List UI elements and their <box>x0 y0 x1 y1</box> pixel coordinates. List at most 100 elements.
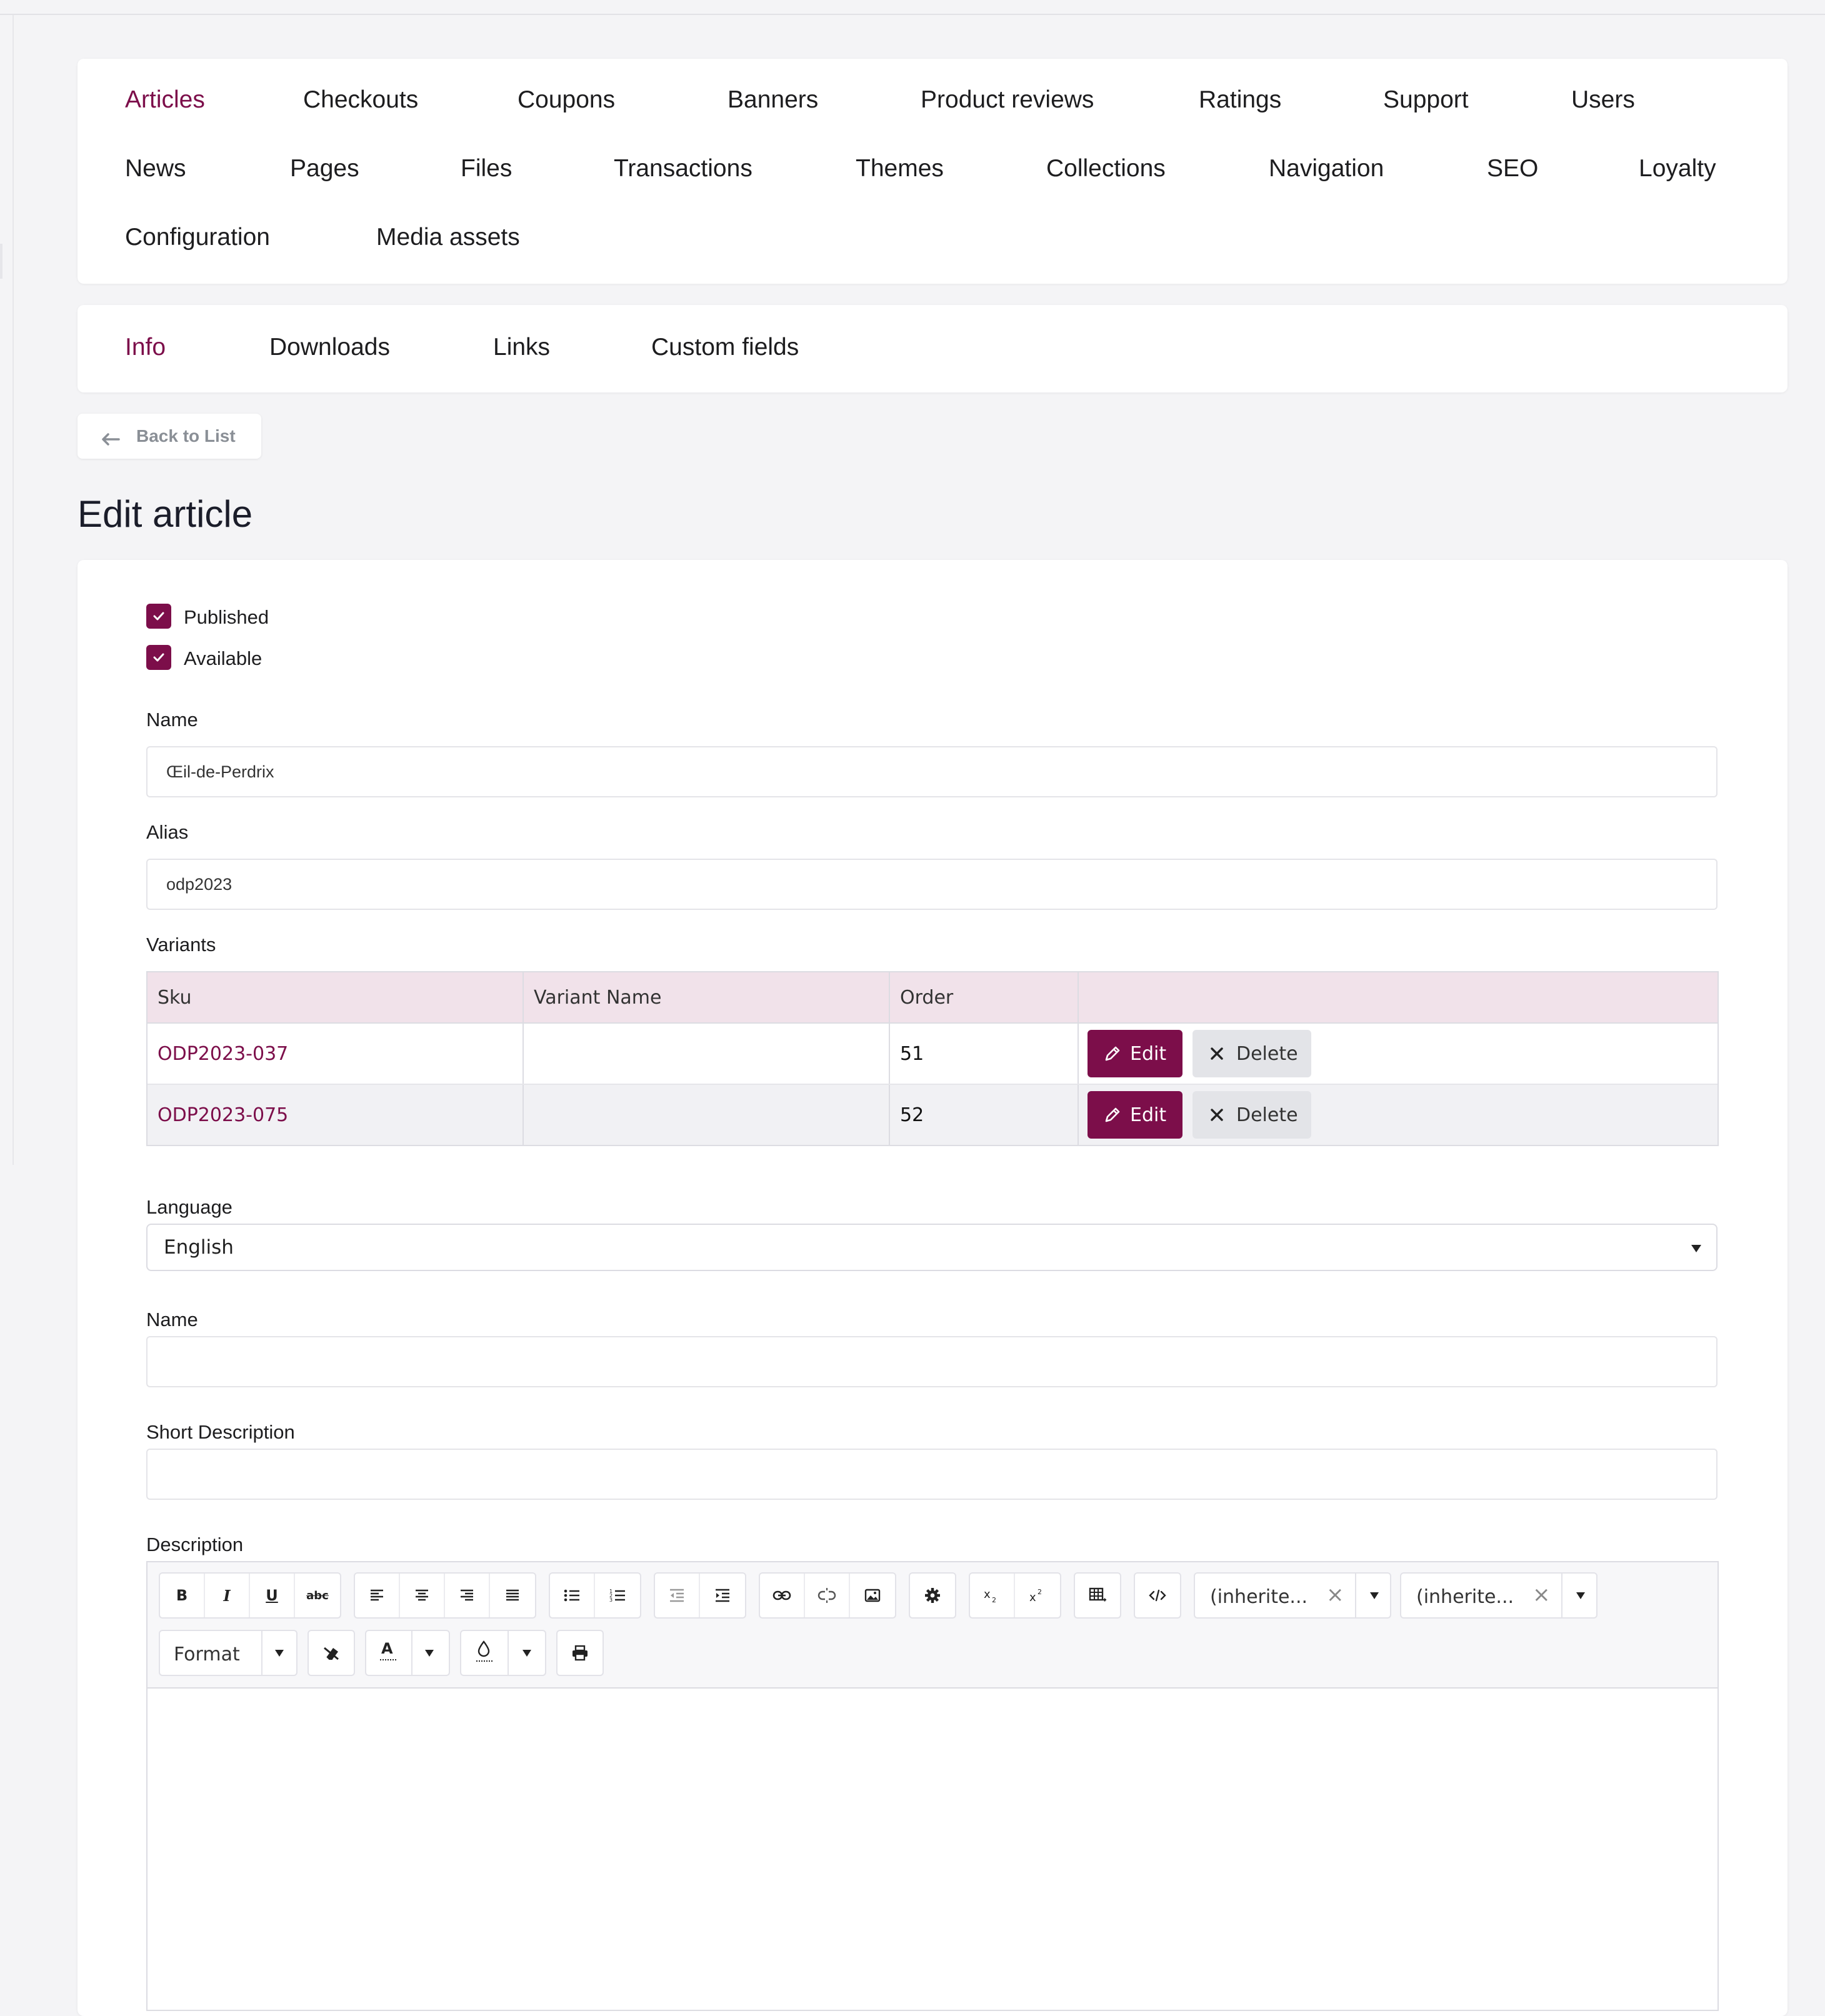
outdent-button[interactable] <box>655 1574 700 1617</box>
align-right-button[interactable] <box>445 1574 490 1617</box>
back-to-list-button[interactable]: Back to List <box>78 414 261 459</box>
italic-button[interactable]: I <box>205 1574 250 1617</box>
unlink-button[interactable] <box>805 1574 850 1617</box>
image-button[interactable] <box>850 1574 895 1617</box>
tab-downloads[interactable]: Downloads <box>269 334 390 361</box>
description-label: Description <box>146 1534 244 1555</box>
main-nav: Articles Checkouts Coupons Banners Produ… <box>78 59 1788 284</box>
nav-product-reviews[interactable]: Product reviews <box>921 86 1094 114</box>
chevron-down-icon[interactable] <box>522 1650 531 1657</box>
nav-support[interactable]: Support <box>1383 86 1469 114</box>
indent-group <box>654 1572 746 1619</box>
align-left-button[interactable] <box>355 1574 400 1617</box>
nav-coupons[interactable]: Coupons <box>518 86 615 114</box>
align-justify-button[interactable] <box>490 1574 535 1617</box>
format-select[interactable]: Format <box>159 1630 298 1676</box>
insert-table-button[interactable] <box>1075 1574 1120 1617</box>
chevron-down-icon[interactable] <box>275 1650 284 1657</box>
alias-input[interactable] <box>146 859 1718 910</box>
sub-nav: Info Downloads Links Custom fields <box>78 305 1788 392</box>
variant-sku-link[interactable]: ODP2023-075 <box>148 1085 522 1145</box>
italic-icon: I <box>223 1586 231 1605</box>
nav-pages[interactable]: Pages <box>290 155 359 182</box>
font-family-select[interactable]: (inherite... × <box>1194 1572 1391 1619</box>
close-icon <box>1211 1109 1223 1121</box>
nav-configuration[interactable]: Configuration <box>125 224 270 251</box>
tab-custom-fields[interactable]: Custom fields <box>651 334 799 361</box>
indent-button[interactable] <box>700 1574 745 1617</box>
source-code-button[interactable] <box>1135 1574 1180 1617</box>
language-select-value: English <box>164 1236 234 1259</box>
table-group <box>1074 1572 1121 1619</box>
description-editor: B I U abc 123 x 2 x 2 (inherite... × (in… <box>146 1561 1719 2011</box>
clear-icon[interactable]: × <box>1326 1582 1344 1607</box>
nav-loyalty[interactable]: Loyalty <box>1639 155 1716 182</box>
nav-navigation[interactable]: Navigation <box>1269 155 1384 182</box>
svg-text:A: A <box>381 1640 393 1657</box>
lang-name-input[interactable] <box>146 1336 1718 1387</box>
back-to-list-label: Back to List <box>136 426 236 446</box>
svg-text:3: 3 <box>609 1597 612 1603</box>
delete-variant-button[interactable]: Delete <box>1192 1030 1311 1077</box>
table-header-row: Sku Variant Name Order <box>148 972 1718 1024</box>
language-select[interactable]: English <box>146 1224 1718 1271</box>
tab-links[interactable]: Links <box>493 334 550 361</box>
font-size-select[interactable]: (inherite... × <box>1400 1572 1598 1619</box>
code-icon <box>1149 1589 1166 1602</box>
variant-sku-link[interactable]: ODP2023-037 <box>148 1024 522 1084</box>
text-color-select[interactable]: A <box>365 1630 450 1676</box>
clear-icon[interactable]: × <box>1532 1582 1551 1607</box>
svg-text:2: 2 <box>992 1596 996 1604</box>
delete-variant-button[interactable]: Delete <box>1192 1091 1311 1139</box>
available-checkbox[interactable] <box>146 645 171 670</box>
table-row: ODP2023-037 51 Edit Delete <box>148 1024 1718 1084</box>
edit-variant-button[interactable]: Edit <box>1088 1091 1182 1139</box>
underline-button[interactable]: U <box>250 1574 295 1617</box>
gear-icon <box>925 1588 940 1603</box>
nav-checkouts[interactable]: Checkouts <box>303 86 418 114</box>
chevron-down-icon[interactable] <box>1370 1592 1379 1599</box>
bullet-list-button[interactable] <box>550 1574 595 1617</box>
text-color-icon: A <box>379 1639 398 1667</box>
short-description-label: Short Description <box>146 1421 295 1443</box>
align-right-icon <box>461 1589 473 1601</box>
nav-articles[interactable]: Articles <box>125 86 205 114</box>
published-checkbox[interactable] <box>146 604 171 629</box>
svg-text:2: 2 <box>1038 1588 1042 1596</box>
nav-transactions[interactable]: Transactions <box>614 155 752 182</box>
table-row: ODP2023-075 52 Edit Delete <box>148 1084 1718 1145</box>
delete-label: Delete <box>1236 1042 1298 1065</box>
variant-order-cell: 52 <box>889 1085 1078 1145</box>
edit-variant-button[interactable]: Edit <box>1088 1030 1182 1077</box>
nav-files[interactable]: Files <box>461 155 512 182</box>
link-button[interactable] <box>760 1574 805 1617</box>
nav-banners[interactable]: Banners <box>728 86 818 114</box>
nav-users[interactable]: Users <box>1571 86 1635 114</box>
short-description-input[interactable] <box>146 1449 1718 1500</box>
variant-name-cell <box>522 1085 889 1145</box>
align-center-button[interactable] <box>400 1574 445 1617</box>
background-color-select[interactable] <box>460 1630 546 1676</box>
check-icon <box>153 612 164 621</box>
settings-button[interactable] <box>910 1574 955 1617</box>
name-input[interactable] <box>146 746 1718 797</box>
subscript-button[interactable]: x2 <box>970 1574 1015 1617</box>
chevron-down-icon[interactable] <box>1576 1592 1585 1599</box>
nav-collections[interactable]: Collections <box>1046 155 1166 182</box>
nav-ratings[interactable]: Ratings <box>1199 86 1281 114</box>
nav-themes[interactable]: Themes <box>856 155 944 182</box>
nav-media-assets[interactable]: Media assets <box>376 224 520 251</box>
editor-content-area[interactable] <box>148 1687 1718 2010</box>
delete-label: Delete <box>1236 1104 1298 1126</box>
print-button[interactable] <box>558 1631 602 1675</box>
nav-news[interactable]: News <box>125 155 186 182</box>
numbered-list-button[interactable]: 123 <box>595 1574 640 1617</box>
combo-divider <box>411 1631 412 1675</box>
strikethrough-button[interactable]: abc <box>295 1574 340 1617</box>
bold-button[interactable]: B <box>160 1574 205 1617</box>
chevron-down-icon[interactable] <box>425 1650 434 1657</box>
tab-info[interactable]: Info <box>125 334 166 361</box>
nav-seo[interactable]: SEO <box>1487 155 1538 182</box>
clear-format-button[interactable] <box>309 1631 354 1675</box>
superscript-button[interactable]: x2 <box>1015 1574 1060 1617</box>
